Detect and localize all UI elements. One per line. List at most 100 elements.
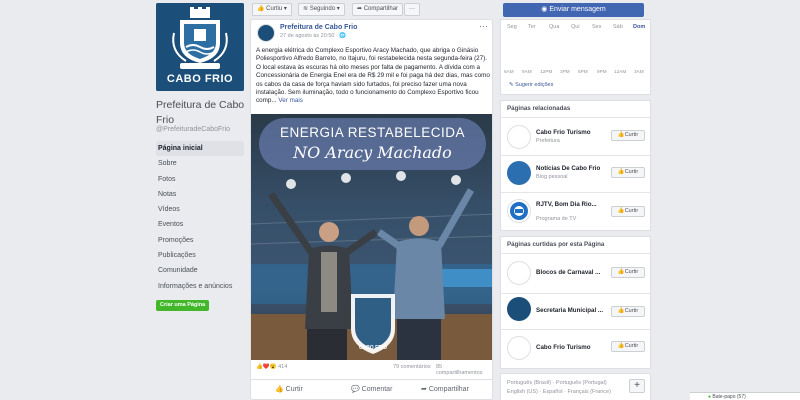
globo-logo-icon[interactable] <box>507 199 531 223</box>
post-like-label: Curtir <box>285 386 303 393</box>
popular-times-chart: Seg Ter Qua Qui Sex Sáb Dom 6AM 9AM 12PM… <box>500 19 651 95</box>
liked-page-name[interactable]: Cabo Frio Turismo <box>536 344 591 351</box>
chat-bar[interactable]: ● Bate-papo (57) <box>690 392 800 400</box>
add-language-button[interactable]: + <box>629 379 645 393</box>
post-stats: 👍❤️😮 414 79 comentários 85 compartilhame… <box>256 364 489 376</box>
related-pages-panel: Páginas relacionadas Cabo Frio Turismo P… <box>500 100 652 231</box>
post-text: A energia elétrica do Complexo Esportivo… <box>256 47 490 105</box>
thumbs-up-icon: 👍 <box>257 6 265 12</box>
secretaria-logo-icon[interactable] <box>507 297 531 321</box>
thumbs-up-icon: 👍 <box>617 208 625 214</box>
thumbs-up-icon: 👍 <box>275 386 284 393</box>
post-share-button[interactable]: ➦ Compartilhar <box>421 385 469 393</box>
nav-item-videos[interactable]: Vídeos <box>156 202 244 217</box>
related-page-name[interactable]: Cabo Frio Turismo <box>536 129 591 136</box>
banner-headline: ENERGIA RESTABELECIDA <box>279 125 466 140</box>
see-more-link[interactable]: Ver mais <box>278 97 303 104</box>
nav-item-promotions[interactable]: Promoções <box>156 233 244 248</box>
post-comment-button[interactable]: 💬 Comentar <box>351 385 392 393</box>
nav-item-community[interactable]: Comunidade <box>156 263 244 278</box>
liked-button[interactable]: 👍 Curtiu ▾ <box>252 3 292 16</box>
reactions-count[interactable]: 414 <box>278 364 287 370</box>
share-page-button-label: Compartilhar <box>363 6 399 12</box>
thumbs-up-icon: 👍 <box>617 308 625 314</box>
reactions-icon[interactable]: 👍❤️😮 <box>256 364 277 370</box>
day-label-selected[interactable]: Dom <box>633 24 645 30</box>
post-body: A energia elétrica do Complexo Esportivo… <box>256 47 492 106</box>
shares-count[interactable]: 85 compartilhamentos <box>436 364 489 376</box>
related-page-name[interactable]: RJTV, Bom Dia Rio... <box>536 201 597 208</box>
like-page-button[interactable]: 👍Curtir <box>611 167 645 178</box>
related-page-name[interactable]: Notícias De Cabo Frio <box>536 165 600 172</box>
hour-label: 9PM <box>597 69 607 74</box>
divider <box>501 192 652 193</box>
nav-item-posts[interactable]: Publicações <box>156 248 244 263</box>
caret-down-icon: ▾ <box>336 6 340 12</box>
day-label: Qui <box>571 24 580 30</box>
thumbs-up-icon: 👍 <box>617 132 625 138</box>
cover-brand-text: CABO FRIO <box>166 73 234 85</box>
post-card: Prefeitura de Cabo Frio 27 de agosto às … <box>250 19 493 400</box>
more-options-button[interactable]: ··· <box>404 3 420 16</box>
language-links[interactable]: Português (Brasil) · Português (Portugal… <box>507 380 607 386</box>
rss-icon: ≋ <box>303 6 309 12</box>
post-author-avatar[interactable] <box>257 24 275 42</box>
messenger-icon: ◉ <box>541 6 548 13</box>
nav-item-about[interactable]: Sobre <box>156 156 244 171</box>
create-page-button[interactable]: Criar uma Página <box>156 300 210 311</box>
banner-subheadline: NO Aracy Machado <box>293 143 452 162</box>
page-handle[interactable]: @PrefeituradeCaboFrio <box>156 126 230 133</box>
thumbs-up-icon: 👍 <box>617 343 625 349</box>
like-page-button[interactable]: 👍Curtir <box>611 341 645 352</box>
related-page-category: Prefeitura <box>536 138 560 144</box>
related-page-category: Programa de TV <box>536 216 577 222</box>
noticias-cabo-frio-logo-icon[interactable] <box>507 161 531 185</box>
following-button[interactable]: ≋ Seguindo ▾ <box>298 3 345 16</box>
nav-item-notes[interactable]: Notas <box>156 187 244 202</box>
like-page-button[interactable]: 👍Curtir <box>611 130 645 141</box>
liked-page-name[interactable]: Secretaria Municipal ... <box>536 307 603 314</box>
post-share-label: Compartilhar <box>428 386 469 393</box>
nav-item-home[interactable]: Página inicial <box>156 141 244 157</box>
like-page-label: Curtir <box>624 132 639 138</box>
cabo-frio-turismo-logo-icon[interactable] <box>507 125 531 149</box>
like-page-label: Curtir <box>624 269 639 275</box>
like-page-button[interactable]: 👍Curtir <box>611 267 645 278</box>
share-arrow-icon: ➦ <box>357 6 363 12</box>
hour-label: 12PM <box>540 69 553 74</box>
like-page-label: Curtir <box>624 208 639 214</box>
post-author-name[interactable]: Prefeitura de Cabo Frio <box>280 24 357 31</box>
day-label: Sáb <box>613 24 623 30</box>
language-selector-panel: Português (Brasil) · Português (Portugal… <box>500 373 651 400</box>
post-options-icon[interactable]: ··· <box>479 21 488 31</box>
divider <box>501 117 652 118</box>
page-profile-picture[interactable]: CABO FRIO <box>156 3 244 91</box>
nav-item-info-ads[interactable]: Informações e anúncios <box>156 279 244 294</box>
post-photo[interactable]: ENERGIA RESTABELECIDA NO Aracy Machado C… <box>251 114 492 360</box>
post-like-button[interactable]: 👍 Curtir <box>275 385 303 393</box>
blocos-carnaval-logo-icon[interactable] <box>507 261 531 285</box>
like-page-button[interactable]: 👍Curtir <box>611 306 645 317</box>
divider <box>501 329 652 330</box>
like-page-button[interactable]: 👍Curtir <box>611 206 645 217</box>
day-label: Qua <box>549 24 560 30</box>
hour-label: 3PM <box>560 69 570 74</box>
related-pages-title: Páginas relacionadas <box>507 105 571 112</box>
send-message-label: Enviar mensagem <box>549 6 606 13</box>
comments-count[interactable]: 79 comentários <box>393 364 431 370</box>
hour-label: 6AM <box>504 69 514 74</box>
nav-item-events[interactable]: Eventos <box>156 217 244 232</box>
caret-down-icon: ▾ <box>283 6 287 12</box>
liked-page-name[interactable]: Blocos de Carnaval ... <box>536 269 600 276</box>
nav-item-photos[interactable]: Fotos <box>156 172 244 187</box>
suggest-edits-link[interactable]: ✎ Sugerir edições <box>509 82 553 88</box>
language-links[interactable]: English (US) · Español · Français (Franc… <box>507 389 611 395</box>
post-timestamp[interactable]: 27 de agosto às 20:50 · 🌐 <box>280 33 346 39</box>
send-message-button[interactable]: ◉ Enviar mensagem <box>503 3 644 17</box>
divider <box>501 253 652 254</box>
share-page-button[interactable]: ➦ Compartilhar <box>352 3 404 16</box>
cabo-frio-turismo-logo-icon[interactable] <box>507 336 531 360</box>
hour-label: 9AM <box>522 69 532 74</box>
day-label: Ter <box>528 24 536 30</box>
divider <box>501 293 652 294</box>
